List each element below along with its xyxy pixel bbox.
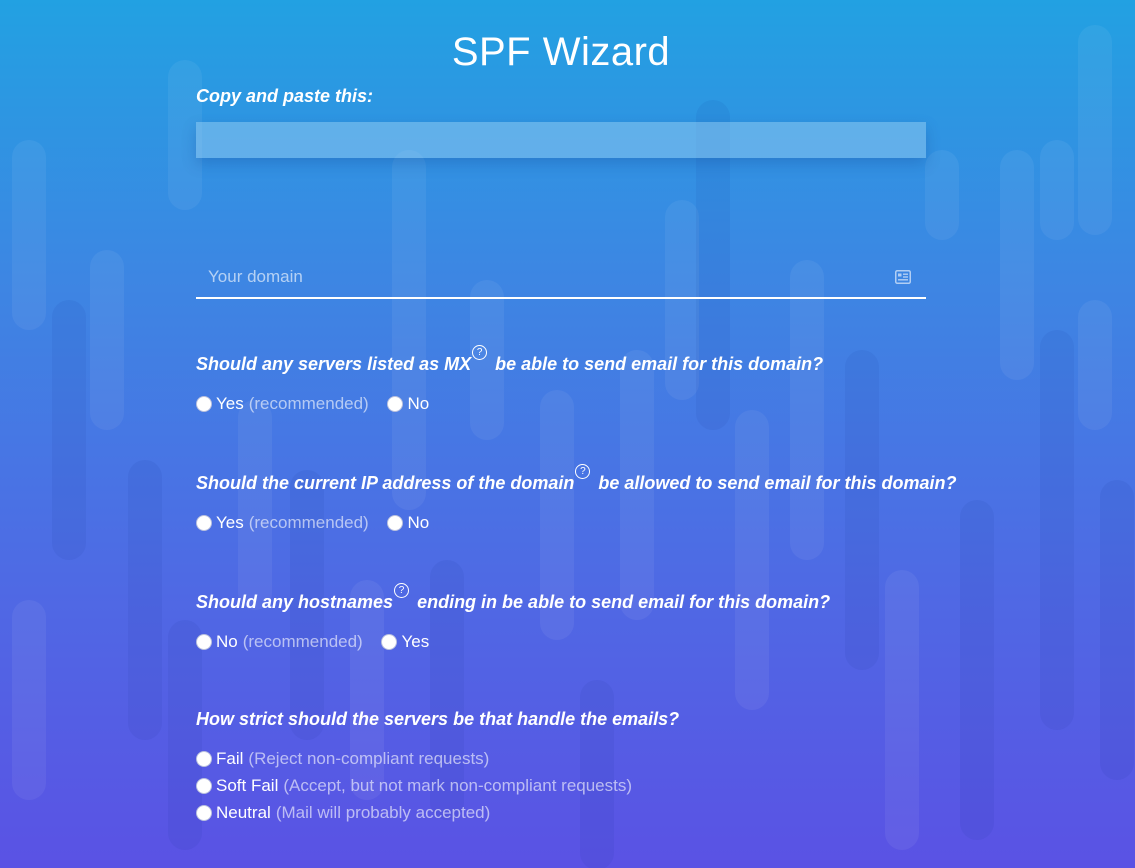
radio-button[interactable] xyxy=(387,396,404,412)
question-mx-text-before: Should any servers listed as MX xyxy=(196,354,472,374)
option-label: Yes xyxy=(216,394,244,413)
question-ip-text-after: be allowed to send email for this domain… xyxy=(598,473,957,493)
radio-button[interactable] xyxy=(196,778,212,794)
mx-options: Yes (recommended) No xyxy=(196,394,443,417)
option-label: Yes xyxy=(401,632,430,651)
option-label: Neutral xyxy=(216,803,271,822)
ip-option-yes[interactable]: Yes (recommended) xyxy=(196,513,369,533)
option-note: (Mail will probably accepted) xyxy=(275,803,491,822)
question-hostnames: Should any hostnames? ending in be able … xyxy=(196,583,831,613)
mx-option-no[interactable]: No xyxy=(387,394,429,414)
domain-input[interactable] xyxy=(196,258,898,296)
option-note: (recommended) xyxy=(248,513,369,532)
hostnames-option-yes[interactable]: Yes xyxy=(381,632,429,652)
option-note: (recommended) xyxy=(248,394,369,413)
page-title: SPF Wizard xyxy=(451,30,671,74)
option-label: No xyxy=(216,632,238,651)
option-label: Fail xyxy=(216,749,244,768)
hostnames-option-no[interactable]: No (recommended) xyxy=(196,632,363,652)
option-note: (Accept, but not mark non-compliant requ… xyxy=(283,776,633,795)
radio-button[interactable] xyxy=(196,805,212,821)
option-label: No xyxy=(407,513,430,532)
option-label: Yes xyxy=(216,513,244,532)
id-card-icon xyxy=(895,270,911,284)
question-ip: Should the current IP address of the dom… xyxy=(196,464,957,494)
radio-button[interactable] xyxy=(196,396,212,412)
help-icon[interactable]: ? xyxy=(472,345,488,360)
radio-button[interactable] xyxy=(387,515,404,531)
option-note: (recommended) xyxy=(242,632,363,651)
help-icon[interactable]: ? xyxy=(394,583,410,598)
strict-option-soft-fail[interactable]: Soft Fail (Accept, but not mark non-comp… xyxy=(196,776,632,796)
question-mx-text-after: be able to send email for this domain? xyxy=(495,354,824,374)
question-mx: Should any servers listed as MX? be able… xyxy=(196,345,824,375)
strict-option-fail[interactable]: Fail (Reject non-compliant requests) xyxy=(196,749,632,769)
question-hostnames-text-before: Should any hostnames xyxy=(196,592,394,612)
option-note: (Reject non-compliant requests) xyxy=(248,749,490,768)
strict-option-neutral[interactable]: Neutral (Mail will probably accepted) xyxy=(196,803,632,823)
option-label: No xyxy=(407,394,430,413)
ip-option-no[interactable]: No xyxy=(387,513,429,533)
spf-record-output[interactable] xyxy=(196,122,926,158)
radio-button[interactable] xyxy=(381,634,398,650)
question-strictness: How strict should the servers be that ha… xyxy=(196,709,680,729)
hostnames-options: No (recommended) Yes xyxy=(196,632,443,655)
radio-button[interactable] xyxy=(196,515,212,531)
mx-option-yes[interactable]: Yes (recommended) xyxy=(196,394,369,414)
ip-options: Yes (recommended) No xyxy=(196,513,443,536)
domain-field[interactable] xyxy=(196,258,926,299)
strictness-options: Fail (Reject non-compliant requests) Sof… xyxy=(196,749,632,830)
radio-button[interactable] xyxy=(196,634,212,650)
help-icon[interactable]: ? xyxy=(575,464,591,479)
radio-button[interactable] xyxy=(196,751,212,767)
copy-label: Copy and paste this: xyxy=(196,86,374,106)
option-label: Soft Fail xyxy=(216,776,279,795)
question-hostnames-text-after: ending in be able to send email for this… xyxy=(417,592,831,612)
question-ip-text-before: Should the current IP address of the dom… xyxy=(196,473,575,493)
